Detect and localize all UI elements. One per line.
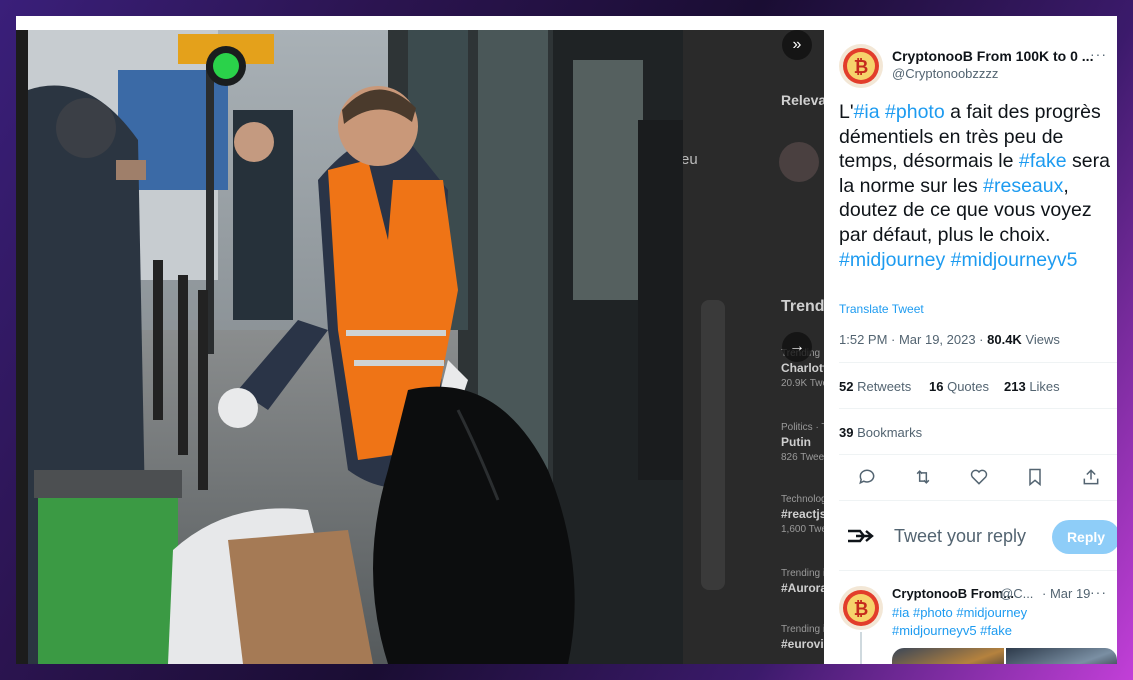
author-avatar[interactable]: ₿ <box>839 44 883 88</box>
divider <box>839 362 1117 363</box>
hashtag-link[interactable]: #reseaux <box>983 175 1063 197</box>
reply-thumbnail[interactable] <box>1005 648 1117 664</box>
divider <box>839 570 1117 571</box>
author-handle[interactable]: @Cryptonoobzzzz <box>892 66 998 81</box>
hashtag-link[interactable]: #midjourney <box>839 249 945 271</box>
divider <box>839 500 1117 501</box>
reply-thumbnail[interactable] <box>892 648 1004 664</box>
trend-name[interactable]: #eurovis <box>781 637 830 651</box>
composer-avatar-icon <box>846 524 874 553</box>
retweet-icon[interactable] <box>912 466 934 488</box>
tweet-text: L'#ia #photo a fait des progrès démentie… <box>839 100 1114 272</box>
reply-more-options-icon[interactable]: ··· <box>1090 584 1107 600</box>
trend-name[interactable]: #reactjs <box>781 507 826 521</box>
tweet-time[interactable]: 1:52 PM · Mar 19, 2023 · <box>839 332 987 347</box>
quotes-stat[interactable]: 16 Quotes <box>929 379 989 394</box>
tweet-panel: ₿ CryptonooB From 100K to 0 ... @Crypton… <box>824 30 1117 664</box>
reply-input[interactable]: Tweet your reply <box>894 526 1026 547</box>
likes-count: 213 <box>1004 379 1026 394</box>
reply-media-thumbnails[interactable] <box>892 648 1117 664</box>
retweets-label: Retweets <box>853 379 912 394</box>
reply-author-handle[interactable]: @C... <box>1000 586 1033 601</box>
top-edge <box>16 16 1117 30</box>
reply-button[interactable]: Reply <box>1052 520 1117 554</box>
next-image-button[interactable]: → <box>782 332 812 362</box>
views-count: 80.4K <box>987 332 1022 347</box>
divider <box>839 408 1117 409</box>
share-icon[interactable] <box>1080 466 1102 488</box>
media-viewer: Relevan eu Trends Trending Charlotte 20.… <box>16 16 1117 664</box>
hashtag-link[interactable]: #ia <box>854 101 880 123</box>
more-options-icon[interactable]: ··· <box>1090 46 1107 62</box>
reply-author-name[interactable]: CryptonooB From... <box>892 586 1014 601</box>
thread-line <box>860 632 862 664</box>
reply-hashtags-line2[interactable]: #midjourneyv5 #fake <box>892 623 1012 638</box>
reply-hashtags-line1[interactable]: #ia #photo #midjourney <box>892 605 1027 620</box>
background-card-edge <box>701 300 725 590</box>
background-left-strip <box>16 30 28 664</box>
expand-panel-button[interactable]: » <box>782 30 812 60</box>
reply-date[interactable]: · Mar 19 <box>1042 586 1090 601</box>
svg-text:₿: ₿ <box>854 57 869 78</box>
svg-text:₿: ₿ <box>854 599 869 620</box>
reply-icon[interactable] <box>856 466 878 488</box>
background-avatar <box>779 142 819 182</box>
divider <box>839 454 1117 455</box>
tweet-photo[interactable] <box>28 30 683 664</box>
bitcoin-logo-icon: ₿ <box>843 590 879 626</box>
hashtag-link[interactable]: #midjourneyv5 <box>951 249 1078 271</box>
retweets-stat[interactable]: 52 Retweets <box>839 379 911 394</box>
hashtag-link[interactable]: #fake <box>1019 150 1067 172</box>
photo-illustration <box>28 30 683 664</box>
hashtag-link[interactable]: #photo <box>885 101 945 123</box>
likes-label: Likes <box>1025 379 1060 394</box>
author-name[interactable]: CryptonooB From 100K to 0 ... <box>892 48 1093 64</box>
likes-stat[interactable]: 213 Likes <box>1004 379 1060 394</box>
translate-tweet-link[interactable]: Translate Tweet <box>839 302 924 316</box>
tweet-meta: 1:52 PM · Mar 19, 2023 · 80.4K Views <box>839 332 1060 347</box>
trend-name[interactable]: Putin <box>781 435 811 449</box>
bookmarks-stat[interactable]: 39 Bookmarks <box>839 425 922 440</box>
bookmarks-label: Bookmarks <box>853 425 923 440</box>
bookmark-icon[interactable] <box>1024 466 1046 488</box>
bookmarks-count: 39 <box>839 425 854 440</box>
tweet-text-segment: L' <box>839 101 854 123</box>
views-label: Views <box>1021 332 1060 347</box>
quotes-label: Quotes <box>943 379 989 394</box>
retweets-count: 52 <box>839 379 854 394</box>
quotes-count: 16 <box>929 379 944 394</box>
like-icon[interactable] <box>968 466 990 488</box>
eu-fragment: eu <box>681 151 698 168</box>
bitcoin-logo-icon: ₿ <box>843 48 879 84</box>
reply-author-avatar[interactable]: ₿ <box>839 586 883 630</box>
